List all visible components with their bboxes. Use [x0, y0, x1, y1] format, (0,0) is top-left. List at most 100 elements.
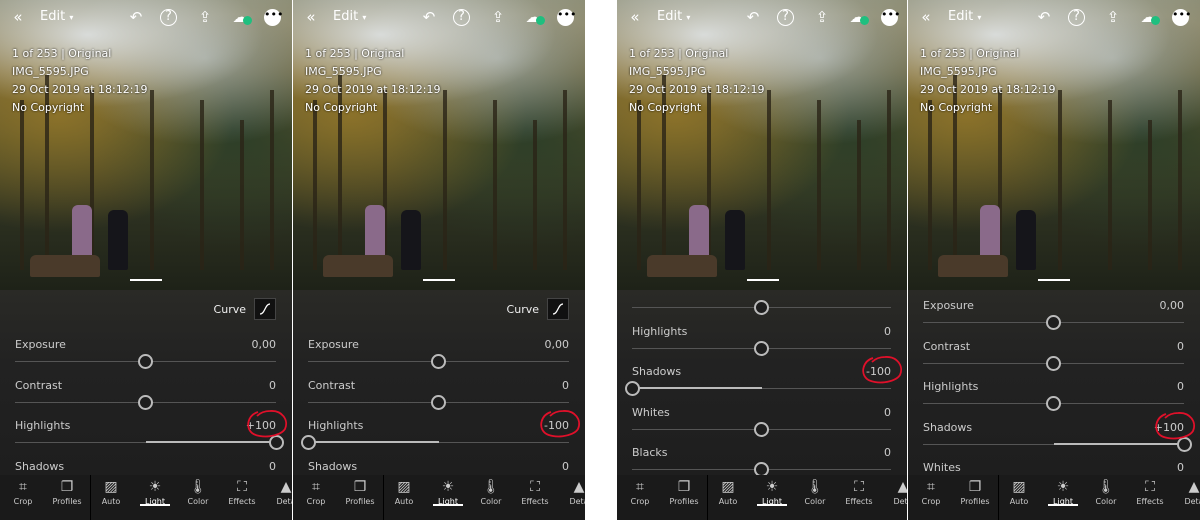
slider-thumb[interactable] [431, 394, 446, 410]
undo-icon[interactable]: ↶ [126, 8, 146, 26]
help-icon[interactable]: ? [1068, 9, 1085, 26]
edit-menu[interactable]: Edit ▾ [948, 9, 981, 24]
slider-thumb[interactable] [1046, 315, 1061, 330]
slider-thumb[interactable] [300, 435, 316, 451]
slider-thumb[interactable] [754, 462, 769, 475]
light-panel[interactable]: Exposure 0,00 Contrast 0 Highlights 0 Sh… [908, 290, 1200, 475]
share-icon[interactable]: ⇪ [488, 8, 508, 26]
slider-value[interactable]: 0 [269, 379, 276, 392]
more-icon[interactable]: ••• [264, 9, 283, 26]
slider-value[interactable]: 0 [884, 406, 891, 419]
slider-thumb[interactable] [138, 394, 153, 410]
slider-value[interactable]: 0 [562, 379, 569, 392]
photo-preview[interactable] [0, 0, 292, 290]
tool-deta[interactable]: ▲ Deta [557, 475, 585, 506]
photo-preview[interactable] [908, 0, 1200, 290]
light-panel[interactable]: Highlights 0 Shadows -100 Whites 0 Black… [617, 290, 907, 475]
photo-preview[interactable] [617, 0, 907, 290]
tool-color[interactable]: 🌡 Color [793, 475, 837, 506]
share-icon[interactable]: ⇪ [812, 8, 832, 26]
tool-profiles[interactable]: ❐ Profiles [338, 475, 382, 506]
slider-value[interactable]: 0,00 [1160, 299, 1185, 312]
tool-light[interactable]: ☀ Light [750, 475, 794, 506]
tool-crop[interactable]: ⌗ Crop [1, 475, 45, 506]
tool-profiles[interactable]: ❐ Profiles [45, 475, 89, 506]
tool-auto[interactable]: ▨ Auto [997, 475, 1041, 506]
tool-effects[interactable]: ⛶ Effects [513, 475, 557, 506]
tool-color[interactable]: 🌡 Color [1084, 475, 1128, 506]
tool-effects[interactable]: ⛶ Effects [837, 475, 881, 506]
slider-value[interactable]: 0,00 [252, 338, 277, 351]
back-chevron-icon[interactable]: « [625, 8, 645, 26]
tool-light[interactable]: ☀ Light [1041, 475, 1085, 506]
tool-deta[interactable]: ▲ Deta [1172, 475, 1200, 506]
curve-control[interactable]: Curve [214, 298, 276, 320]
slider-thumb[interactable] [624, 381, 640, 397]
tool-effects[interactable]: ⛶ Effects [1128, 475, 1172, 506]
slider-value[interactable]: 0 [884, 325, 891, 338]
slider-value[interactable]: 0 [562, 460, 569, 473]
tool-auto[interactable]: ▨ Auto [382, 475, 426, 506]
tool-light[interactable]: ☀ Light [133, 475, 177, 506]
share-icon[interactable]: ⇪ [1103, 8, 1123, 26]
slider-thumb[interactable] [138, 354, 153, 369]
curve-icon[interactable] [547, 298, 569, 320]
undo-icon[interactable]: ↶ [743, 8, 763, 26]
tool-crop[interactable]: ⌗ Crop [909, 475, 953, 506]
light-panel[interactable]: Curve Exposure 0,00 Contrast 0 Highlight… [0, 290, 292, 475]
edit-menu[interactable]: Edit ▾ [40, 9, 73, 24]
tool-color[interactable]: 🌡 Color [469, 475, 513, 506]
back-chevron-icon[interactable]: « [8, 8, 28, 26]
undo-icon[interactable]: ↶ [1034, 8, 1054, 26]
undo-icon[interactable]: ↶ [419, 8, 439, 26]
slider-thumb[interactable] [1046, 396, 1061, 412]
tool-deta[interactable]: ▲ Deta [881, 475, 907, 506]
more-icon[interactable]: ••• [1172, 9, 1191, 26]
slider-value[interactable]: 0 [884, 446, 891, 459]
tool-color[interactable]: 🌡 Color [176, 475, 220, 506]
light-panel[interactable]: Curve Exposure 0,00 Contrast 0 Highlight… [293, 290, 585, 475]
slider-label: Contrast [308, 378, 356, 392]
slider-value[interactable]: 0 [1177, 461, 1184, 474]
help-icon[interactable]: ? [777, 9, 794, 26]
tool-crop[interactable]: ⌗ Crop [618, 475, 662, 506]
slider-thumb[interactable] [754, 300, 769, 315]
help-icon[interactable]: ? [160, 9, 177, 26]
tool-auto[interactable]: ▨ Auto [89, 475, 133, 506]
more-icon[interactable]: ••• [557, 9, 576, 26]
cloud-sync-icon[interactable]: ☁ [228, 8, 252, 26]
tree-trunk [1148, 120, 1152, 270]
edit-menu[interactable]: Edit ▾ [657, 9, 690, 24]
slider-thumb[interactable] [1046, 355, 1061, 371]
curve-control[interactable]: Curve [507, 298, 569, 320]
more-icon[interactable]: ••• [881, 9, 900, 26]
tool-light[interactable]: ☀ Light [426, 475, 470, 506]
chevron-down-icon: ▾ [69, 13, 74, 22]
back-chevron-icon[interactable]: « [916, 8, 936, 26]
slider-thumb[interactable] [754, 421, 769, 437]
slider-value[interactable]: 0 [1177, 340, 1184, 353]
profiles-icon: ❐ [677, 479, 691, 495]
curve-icon[interactable] [254, 298, 276, 320]
tool-profiles[interactable]: ❐ Profiles [953, 475, 997, 506]
slider-thumb[interactable] [431, 354, 446, 369]
edit-menu[interactable]: Edit ▾ [333, 9, 366, 24]
cloud-sync-icon[interactable]: ☁ [521, 8, 545, 26]
photo-preview[interactable] [293, 0, 585, 290]
tool-deta[interactable]: ▲ Deta [264, 475, 292, 506]
top-bar: « Edit ▾ ↶ ? ⇪ ☁ ••• [617, 0, 907, 36]
slider-value[interactable]: 0,00 [545, 338, 570, 351]
slider-value[interactable]: 0 [269, 460, 276, 473]
tool-effects[interactable]: ⛶ Effects [220, 475, 264, 506]
share-icon[interactable]: ⇪ [195, 8, 215, 26]
back-chevron-icon[interactable]: « [301, 8, 321, 26]
slider-value[interactable]: 0 [1177, 380, 1184, 393]
tool-auto[interactable]: ▨ Auto [706, 475, 750, 506]
slider-thumb[interactable] [754, 340, 769, 356]
cloud-sync-icon[interactable]: ☁ [1136, 8, 1160, 26]
cloud-sync-icon[interactable]: ☁ [845, 8, 869, 26]
tool-profiles[interactable]: ❐ Profiles [662, 475, 706, 506]
tool-label: Color [480, 497, 502, 506]
tool-crop[interactable]: ⌗ Crop [294, 475, 338, 506]
help-icon[interactable]: ? [453, 9, 470, 26]
